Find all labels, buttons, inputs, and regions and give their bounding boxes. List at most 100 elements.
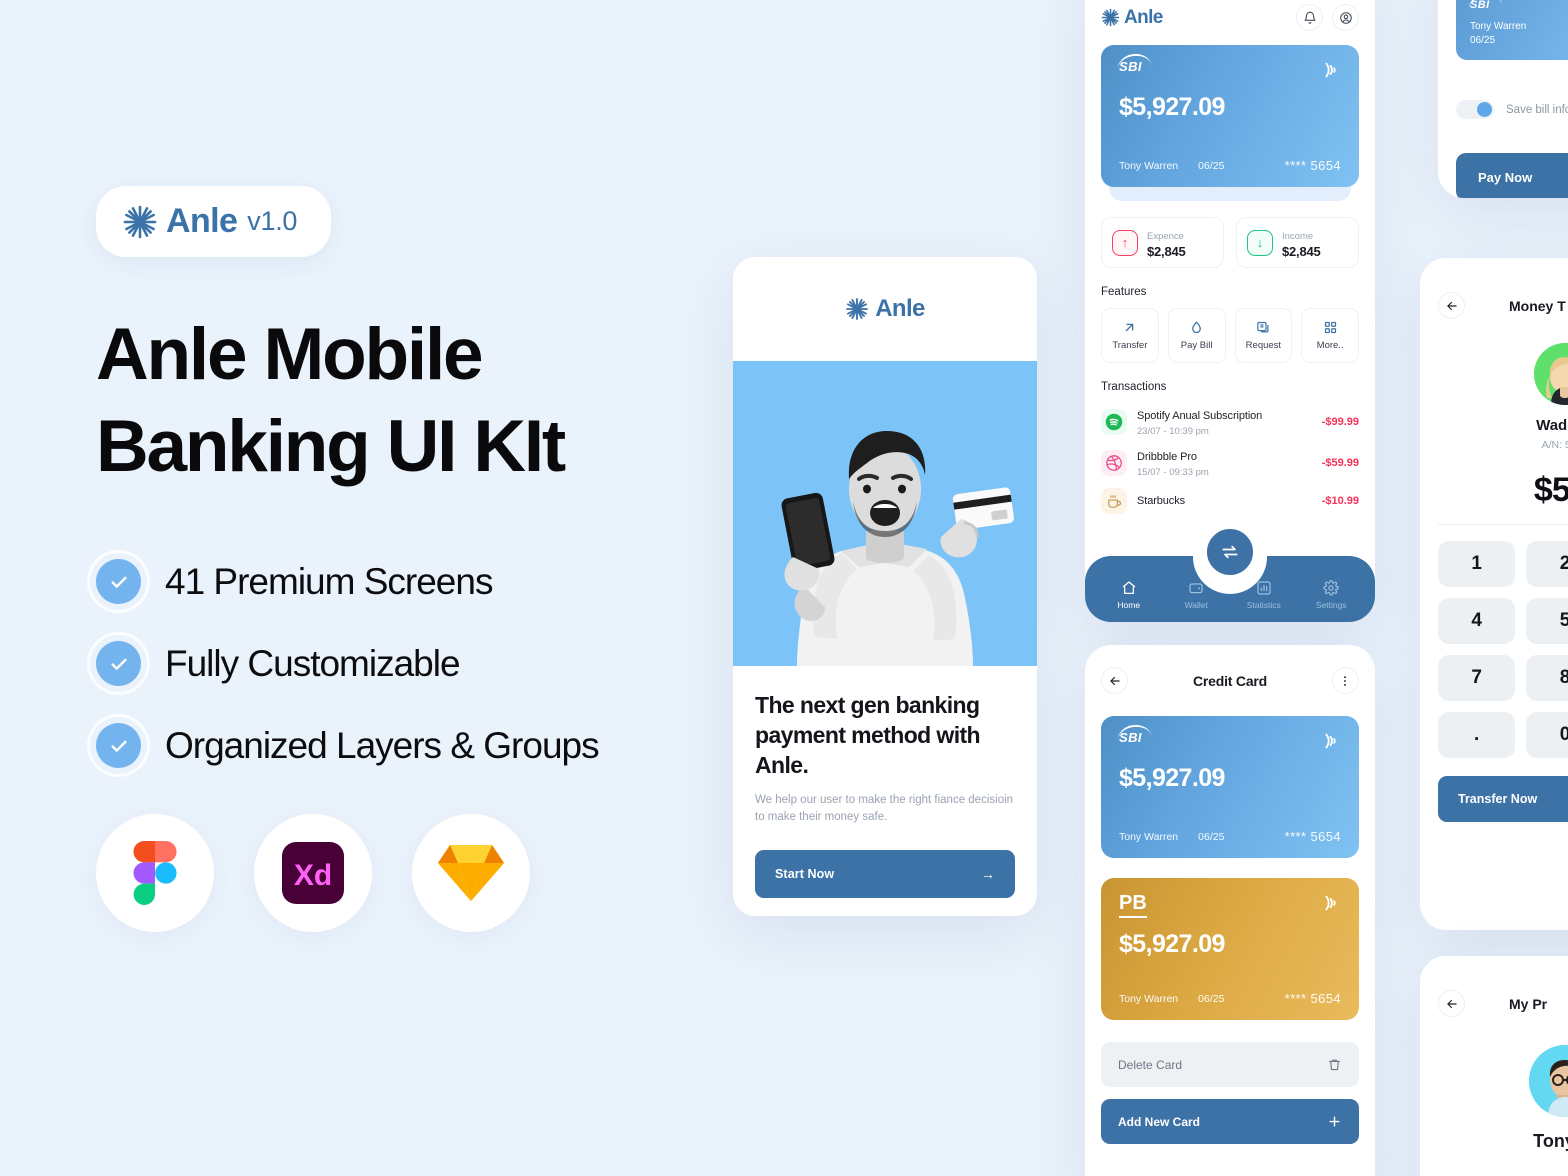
recipient-account: A/N: 5556 bbox=[1541, 439, 1568, 451]
expense-label: Expence bbox=[1147, 231, 1184, 242]
tab-settings[interactable]: Settings bbox=[1298, 580, 1366, 610]
income-stat-card[interactable]: ↓ Income $2,845 bbox=[1236, 217, 1359, 268]
save-bill-toggle[interactable] bbox=[1456, 100, 1494, 119]
card-top-row: SBI bbox=[1119, 730, 1341, 752]
my-profile-screen: My Pr Tony W bbox=[1420, 956, 1568, 1176]
my-profile-header: My Pr bbox=[1438, 990, 1568, 1017]
key-0[interactable]: 0 bbox=[1526, 712, 1568, 758]
sbi-bank-logo: SBI bbox=[1119, 730, 1142, 745]
key-2[interactable]: 2 bbox=[1526, 541, 1568, 587]
figma-icon bbox=[96, 814, 214, 932]
pb-bank-logo: PB bbox=[1119, 892, 1147, 918]
page-title: Anle Mobile Banking UI KIt bbox=[96, 314, 566, 487]
card-holder: Tony Warren bbox=[1119, 159, 1179, 172]
start-now-button[interactable]: Start Now → bbox=[755, 850, 1015, 898]
onboarding-title: The next gen banking payment method with… bbox=[755, 692, 981, 778]
card-bottom-row: Tony Warren 06/25 **** 5654 bbox=[1119, 829, 1341, 844]
svg-text:Xd: Xd bbox=[294, 859, 332, 892]
transfer-exchange-icon[interactable] bbox=[1202, 524, 1258, 580]
money-transfer-screen: Money T Wade W A/N: 5556 bbox=[1420, 258, 1568, 930]
delete-card-button[interactable]: Delete Card bbox=[1101, 1042, 1359, 1087]
credit-card-header: Credit Card bbox=[1101, 667, 1359, 694]
transaction-amount: -$59.99 bbox=[1321, 456, 1359, 469]
expense-stat-card[interactable]: ↑ Expence $2,845 bbox=[1101, 217, 1224, 268]
brand-name: Anle bbox=[166, 202, 238, 240]
transaction-info: Dribbble Pro 15/07 - 09:33 pm bbox=[1137, 447, 1312, 478]
feature-more-button[interactable]: More.. bbox=[1301, 308, 1359, 363]
pay-now-button[interactable]: Pay Now bbox=[1456, 153, 1568, 198]
key-8[interactable]: 8 bbox=[1526, 655, 1568, 701]
trash-icon bbox=[1327, 1057, 1342, 1072]
contactless-icon bbox=[1319, 730, 1341, 752]
income-label: Income bbox=[1282, 231, 1314, 242]
dashboard-content: Anle SBI $5,927.09 Tony Warren 06/25 ***… bbox=[1085, 0, 1375, 519]
mini-card-expiry: 06/25 bbox=[1470, 35, 1496, 46]
card-bottom-row: Tony Warren 06/25 **** 5654 bbox=[1119, 158, 1341, 173]
recipient-block: Wade W A/N: 5556 bbox=[1438, 343, 1568, 451]
onboarding-logo-text: Anle bbox=[875, 295, 925, 322]
list-item: Fully Customizable bbox=[96, 641, 716, 686]
delete-card-label: Delete Card bbox=[1118, 1057, 1183, 1072]
contactless-icon bbox=[1319, 59, 1341, 81]
transaction-info: Spotify Anual Subscription 23/07 - 10:39… bbox=[1137, 406, 1312, 437]
card-top-row: PB bbox=[1119, 892, 1341, 918]
my-profile-content: My Pr Tony W bbox=[1420, 956, 1568, 1152]
arrow-left-icon[interactable] bbox=[1101, 667, 1128, 694]
asterisk-star-icon bbox=[122, 204, 158, 240]
tab-settings-label: Settings bbox=[1315, 600, 1347, 610]
dashboard-brand-text: Anle bbox=[1124, 6, 1163, 28]
bank-card[interactable]: SBI $5,927.09 Tony Warren 06/25 **** 565… bbox=[1101, 45, 1359, 187]
brand-logo-pill: Anle v1.0 bbox=[96, 186, 332, 257]
money-transfer-content: Money T Wade W A/N: 5556 bbox=[1420, 258, 1568, 822]
arrow-left-icon[interactable] bbox=[1438, 990, 1465, 1017]
key-decimal[interactable]: . bbox=[1438, 712, 1516, 758]
page-title: Credit Card bbox=[1192, 672, 1268, 689]
transaction-name: Dribbble Pro bbox=[1137, 451, 1197, 463]
start-now-label: Start Now bbox=[775, 867, 835, 881]
key-4[interactable]: 4 bbox=[1438, 598, 1516, 644]
card-bottom-row: Tony Warren 06/25 **** 5654 bbox=[1119, 991, 1341, 1006]
numeric-keypad: 1 2 3 4 5 6 7 8 9 . 0 ⌫ bbox=[1438, 541, 1568, 758]
key-1[interactable]: 1 bbox=[1438, 541, 1516, 587]
feature-paybill-button[interactable]: Pay Bill bbox=[1167, 308, 1226, 363]
plus-icon bbox=[1327, 1114, 1342, 1129]
bank-card[interactable]: PB $5,927.09 Tony Warren 06/25 **** 5654 bbox=[1101, 878, 1359, 1020]
user-circle-icon[interactable] bbox=[1332, 4, 1359, 31]
card-balance: $5,927.09 bbox=[1119, 930, 1225, 958]
check-circle-icon bbox=[96, 641, 141, 686]
key-5[interactable]: 5 bbox=[1526, 598, 1568, 644]
card-balance: $5,927.09 bbox=[1119, 93, 1225, 121]
key-7[interactable]: 7 bbox=[1438, 655, 1516, 701]
avatar bbox=[1529, 1045, 1568, 1117]
feature-request-button[interactable]: Request bbox=[1234, 308, 1293, 363]
feature-transfer-button[interactable]: Transfer bbox=[1101, 308, 1159, 363]
transaction-info: Starbucks bbox=[1137, 491, 1312, 511]
mini-card-top-row: SBI $5,435. bbox=[1470, 0, 1568, 16]
features-section-title: Features bbox=[1101, 286, 1147, 298]
arrow-left-icon[interactable] bbox=[1438, 292, 1465, 319]
list-item[interactable]: Dribbble Pro 15/07 - 09:33 pm -$59.99 bbox=[1101, 442, 1359, 483]
card-expiry: 06/25 bbox=[1198, 992, 1225, 1005]
dashboard-header: Anle bbox=[1101, 4, 1359, 31]
card-number: **** 5654 bbox=[1284, 991, 1341, 1006]
save-bill-label: Save bill information bbox=[1506, 103, 1568, 116]
recipient-name: Wade W bbox=[1536, 417, 1568, 434]
card-holder: Tony Warren bbox=[1119, 830, 1179, 843]
credit-card-screen: Credit Card SBI $5,927.09 Tony Warren 06… bbox=[1085, 645, 1375, 1176]
profile-block: Tony W bbox=[1438, 1045, 1568, 1152]
feature-label: Organized Layers & Groups bbox=[165, 724, 600, 766]
transfer-now-button[interactable]: Transfer Now bbox=[1438, 776, 1568, 822]
feature-label: Fully Customizable bbox=[165, 642, 461, 684]
bell-icon[interactable] bbox=[1296, 4, 1323, 31]
pay-now-label: Pay Now bbox=[1478, 169, 1533, 185]
list-item[interactable]: Starbucks -$10.99 bbox=[1101, 483, 1359, 519]
bank-card[interactable]: SBI $5,927.09 Tony Warren 06/25 **** 565… bbox=[1101, 716, 1359, 858]
more-vertical-icon[interactable] bbox=[1331, 667, 1359, 694]
transfer-now-label: Transfer Now bbox=[1458, 792, 1538, 806]
add-new-card-button[interactable]: Add New Card bbox=[1101, 1099, 1359, 1144]
selected-bill-card[interactable]: SBI $5,435. Tony Warren **** 56 06/25 bbox=[1456, 0, 1568, 60]
list-item[interactable]: Spotify Anual Subscription 23/07 - 10:39… bbox=[1101, 401, 1359, 442]
transactions-section-title: Transactions bbox=[1101, 381, 1167, 393]
tab-home[interactable]: Home bbox=[1095, 580, 1163, 610]
contactless-icon bbox=[1319, 892, 1341, 914]
